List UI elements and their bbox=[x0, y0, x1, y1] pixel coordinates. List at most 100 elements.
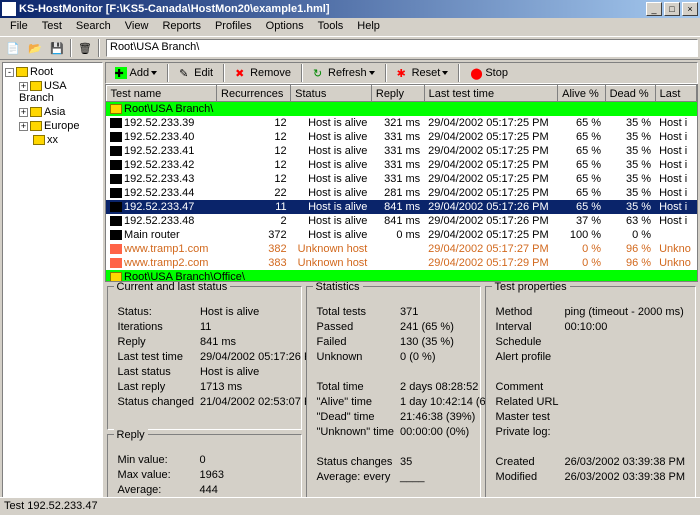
panel-row: "Alive" time1 day 10:42:14 (61%) bbox=[315, 395, 508, 408]
row-icon bbox=[110, 146, 122, 156]
column-header[interactable]: Last test time bbox=[424, 86, 557, 102]
row-icon bbox=[110, 160, 122, 170]
panel-row bbox=[494, 365, 687, 378]
table-row[interactable]: Root\USA Branch\ bbox=[106, 102, 696, 116]
row-icon bbox=[110, 132, 122, 142]
table-row[interactable]: Main router372Host is alive0 ms29/04/200… bbox=[106, 228, 696, 242]
maximize-button[interactable]: □ bbox=[664, 2, 680, 16]
menu-test[interactable]: Test bbox=[36, 20, 68, 34]
status-bar: Test 192.52.233.47 bbox=[0, 497, 700, 515]
table-row[interactable]: 192.52.233.3912Host is alive321 ms29/04/… bbox=[106, 116, 696, 130]
path-box[interactable]: Root\USA Branch\ bbox=[106, 39, 698, 57]
column-header[interactable]: Last bbox=[655, 86, 696, 102]
menu-help[interactable]: Help bbox=[351, 20, 386, 34]
separator bbox=[458, 64, 460, 82]
menu-options[interactable]: Options bbox=[260, 20, 310, 34]
table-row[interactable]: www.tramp2.com383Unknown host29/04/2002 … bbox=[106, 256, 696, 270]
table-row[interactable]: Root\USA Branch\Office\ bbox=[106, 270, 696, 283]
dropdown-icon bbox=[151, 71, 157, 75]
add-icon: ✚ bbox=[115, 67, 127, 79]
table-row[interactable]: 192.52.233.482Host is alive841 ms29/04/2… bbox=[106, 214, 696, 228]
row-icon bbox=[110, 118, 122, 128]
table-row[interactable]: 192.52.233.4312Host is alive331 ms29/04/… bbox=[106, 172, 696, 186]
remove-button[interactable]: ✖Remove bbox=[228, 64, 298, 82]
trash-icon: 🗑 bbox=[78, 42, 92, 55]
main-toolbar: 📄 📂 💾 🗑 Root\USA Branch\ bbox=[0, 36, 700, 60]
panel-row: Status changes35 bbox=[315, 455, 508, 468]
tree-item[interactable]: xx bbox=[5, 133, 100, 147]
edit-button[interactable]: ✎Edit bbox=[172, 64, 220, 82]
refresh-button[interactable]: ↻Refresh bbox=[306, 64, 382, 82]
reset-icon: ✱ bbox=[397, 67, 409, 79]
column-header[interactable]: Test name bbox=[106, 86, 216, 102]
table-row[interactable]: 192.52.233.4212Host is alive331 ms29/04/… bbox=[106, 158, 696, 172]
table-row[interactable]: 192.52.233.4711Host is alive841 ms29/04/… bbox=[106, 200, 696, 214]
expand-icon[interactable]: + bbox=[19, 122, 28, 131]
separator bbox=[301, 64, 303, 82]
dropdown-icon bbox=[369, 71, 375, 75]
panel-row: "Dead" time21:46:38 (39%) bbox=[315, 410, 508, 423]
panel-row: Max value:1963 bbox=[116, 468, 293, 481]
panel-row: Comment bbox=[494, 380, 687, 393]
tree-root[interactable]: -Root bbox=[5, 65, 100, 79]
menu-search[interactable]: Search bbox=[70, 20, 117, 34]
panel-row: Private log: bbox=[494, 425, 687, 438]
props-panel: Test properties Methodping (timeout - 20… bbox=[485, 286, 696, 503]
separator bbox=[223, 64, 225, 82]
title-bar: KS-HostMonitor [F:\KS5-Canada\HostMon20\… bbox=[0, 0, 700, 18]
table-row[interactable]: 192.52.233.4422Host is alive281 ms29/04/… bbox=[106, 186, 696, 200]
panel-row: Passed241 (65 %) bbox=[315, 320, 508, 333]
panel-row bbox=[494, 440, 687, 453]
table-row[interactable]: 192.52.233.4112Host is alive331 ms29/04/… bbox=[106, 144, 696, 158]
stop-icon: ⬤ bbox=[470, 67, 482, 79]
folder-icon bbox=[16, 67, 28, 77]
panel-row: Unknown0 (0 %) bbox=[315, 350, 508, 363]
delete-button[interactable]: 🗑 bbox=[75, 38, 95, 58]
column-header[interactable]: Status bbox=[291, 86, 372, 102]
column-header[interactable]: Alive % bbox=[558, 86, 605, 102]
test-grid[interactable]: Test nameRecurrencesStatusReplyLast test… bbox=[105, 84, 698, 282]
folder-icon bbox=[30, 107, 42, 117]
column-header[interactable]: Recurrences bbox=[217, 86, 291, 102]
close-button[interactable]: × bbox=[682, 2, 698, 16]
panel-row: Schedule bbox=[494, 335, 687, 348]
panel-row: Status:Host is alive bbox=[116, 305, 323, 318]
minimize-button[interactable]: _ bbox=[646, 2, 662, 16]
panel-row: Master test bbox=[494, 410, 687, 423]
folder-icon bbox=[30, 121, 42, 131]
table-row[interactable]: www.tramp1.com382Unknown host29/04/2002 … bbox=[106, 242, 696, 256]
new-button[interactable]: 📄 bbox=[3, 38, 23, 58]
add-button[interactable]: ✚Add bbox=[108, 64, 165, 82]
row-icon bbox=[110, 174, 122, 184]
tree-view[interactable]: -Root +USA Branch +Asia +Europe xx bbox=[2, 62, 103, 507]
reset-button[interactable]: ✱Reset bbox=[390, 64, 456, 82]
menu-profiles[interactable]: Profiles bbox=[209, 20, 258, 34]
row-icon bbox=[110, 244, 122, 254]
column-header[interactable]: Dead % bbox=[605, 86, 655, 102]
column-header[interactable]: Reply bbox=[371, 86, 424, 102]
stop-button[interactable]: ⬤Stop bbox=[463, 64, 515, 82]
tree-item[interactable]: +USA Branch bbox=[5, 79, 100, 105]
panel-row: Methodping (timeout - 2000 ms) bbox=[494, 305, 687, 318]
separator bbox=[167, 64, 169, 82]
panel-row: Alert profile bbox=[494, 350, 687, 363]
menu-file[interactable]: File bbox=[4, 20, 34, 34]
panel-row: Last statusHost is alive bbox=[116, 365, 323, 378]
panel-row: Reply841 ms bbox=[116, 335, 323, 348]
menu-tools[interactable]: Tools bbox=[312, 20, 350, 34]
collapse-icon[interactable]: - bbox=[5, 68, 14, 77]
table-row[interactable]: 192.52.233.4012Host is alive331 ms29/04/… bbox=[106, 130, 696, 144]
menu-view[interactable]: View bbox=[119, 20, 155, 34]
open-icon: 📂 bbox=[28, 42, 42, 55]
row-icon bbox=[110, 230, 122, 240]
expand-icon[interactable]: + bbox=[19, 82, 28, 91]
save-button[interactable]: 💾 bbox=[47, 38, 67, 58]
menu-reports[interactable]: Reports bbox=[156, 20, 207, 34]
panel-row: "Unknown" time00:00:00 (0%) bbox=[315, 425, 508, 438]
expand-icon[interactable]: + bbox=[19, 108, 28, 117]
tree-item[interactable]: +Europe bbox=[5, 119, 100, 133]
status-panel: Current and last status Status:Host is a… bbox=[107, 286, 302, 430]
tree-item[interactable]: +Asia bbox=[5, 105, 100, 119]
panel-row: Last reply1713 ms bbox=[116, 380, 323, 393]
open-button[interactable]: 📂 bbox=[25, 38, 45, 58]
